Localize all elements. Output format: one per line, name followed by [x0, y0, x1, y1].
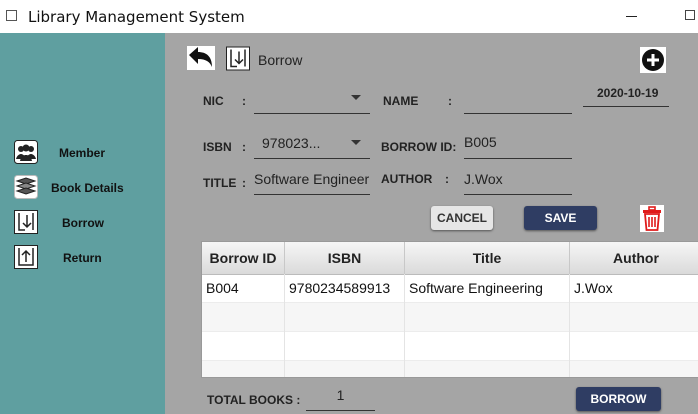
table-header: Borrow ID ISBN Title Author: [202, 242, 698, 275]
chevron-down-icon: [351, 140, 361, 145]
sidebar-item-label: Member: [59, 146, 106, 160]
name-colon: :: [448, 94, 452, 108]
nic-colon: :: [242, 94, 246, 108]
table-cell: 9780234589913: [285, 274, 405, 303]
isbn-value: 978023...: [262, 135, 321, 151]
main-panel: Borrow 2020-10-19 NIC : NAME : ISBN : 97…: [165, 33, 698, 414]
column-header-author[interactable]: Author: [570, 242, 698, 274]
title-field[interactable]: Software Engineer: [254, 166, 370, 195]
name-label: NAME: [383, 94, 419, 108]
sidebar-item-borrow[interactable]: Borrow: [0, 210, 165, 236]
trash-icon[interactable]: [640, 205, 664, 232]
column-header-isbn[interactable]: ISBN: [285, 242, 405, 274]
back-arrow-icon[interactable]: [187, 46, 215, 70]
borrow-id-label: BORROW ID:: [381, 140, 457, 154]
table-row[interactable]: B004 9780234589913 Software Engineering …: [202, 274, 698, 303]
column-header-title[interactable]: Title: [405, 242, 570, 274]
sidebar-item-return[interactable]: Return: [0, 245, 165, 271]
column-header-borrow-id[interactable]: Borrow ID: [202, 242, 285, 274]
page-title: Borrow: [258, 52, 303, 68]
title-colon: :: [242, 176, 246, 190]
title-bar: Library Management System: [0, 0, 698, 33]
table-row-empty: [202, 332, 698, 361]
author-colon: :: [445, 172, 449, 186]
sidebar-item-member[interactable]: Member: [0, 140, 165, 166]
sidebar-item-label: Return: [63, 251, 102, 265]
table-row-empty: [202, 303, 698, 332]
save-button[interactable]: SAVE: [524, 206, 597, 230]
borrow-icon: [14, 210, 38, 234]
author-field[interactable]: J.Wox: [464, 166, 572, 195]
cancel-button[interactable]: CANCEL: [431, 206, 493, 230]
borrow-table[interactable]: Borrow ID ISBN Title Author B004 9780234…: [201, 241, 698, 378]
chevron-down-icon: [351, 95, 361, 100]
sidebar-item-book-details[interactable]: Book Details: [0, 175, 165, 201]
books-icon: [14, 175, 38, 199]
borrow-id-field[interactable]: B005: [464, 131, 572, 159]
app-icon: [6, 10, 17, 21]
isbn-combo[interactable]: 978023...: [254, 131, 370, 159]
table-cell: Software Engineering: [405, 274, 570, 303]
sidebar: Member Book Details Borrow Return: [0, 33, 165, 414]
isbn-label: ISBN: [203, 140, 232, 154]
add-circle-icon[interactable]: [640, 47, 666, 73]
sidebar-item-label: Borrow: [62, 216, 104, 230]
members-icon: [14, 140, 38, 164]
name-field[interactable]: [464, 86, 572, 114]
title-label: TITLE: [203, 176, 237, 190]
maximize-icon[interactable]: [685, 10, 695, 20]
isbn-colon: :: [242, 140, 246, 154]
minimize-icon[interactable]: [626, 16, 637, 17]
window-title: Library Management System: [28, 8, 245, 26]
table-row-empty: [202, 361, 698, 377]
total-books-label: TOTAL BOOKS :: [207, 393, 301, 407]
table-cell: B004: [202, 274, 285, 303]
nic-label: NIC: [203, 94, 224, 108]
nic-combo[interactable]: [254, 86, 370, 114]
borrow-button[interactable]: BORROW: [576, 387, 661, 411]
sidebar-item-label: Book Details: [51, 181, 124, 195]
borrow-icon: [226, 46, 250, 71]
date-underline: [583, 106, 669, 107]
date-label: 2020-10-19: [597, 86, 659, 100]
total-books-field: 1: [306, 384, 375, 412]
author-label: AUTHOR: [381, 172, 433, 186]
return-icon: [14, 245, 38, 269]
table-cell: J.Wox: [574, 280, 613, 296]
